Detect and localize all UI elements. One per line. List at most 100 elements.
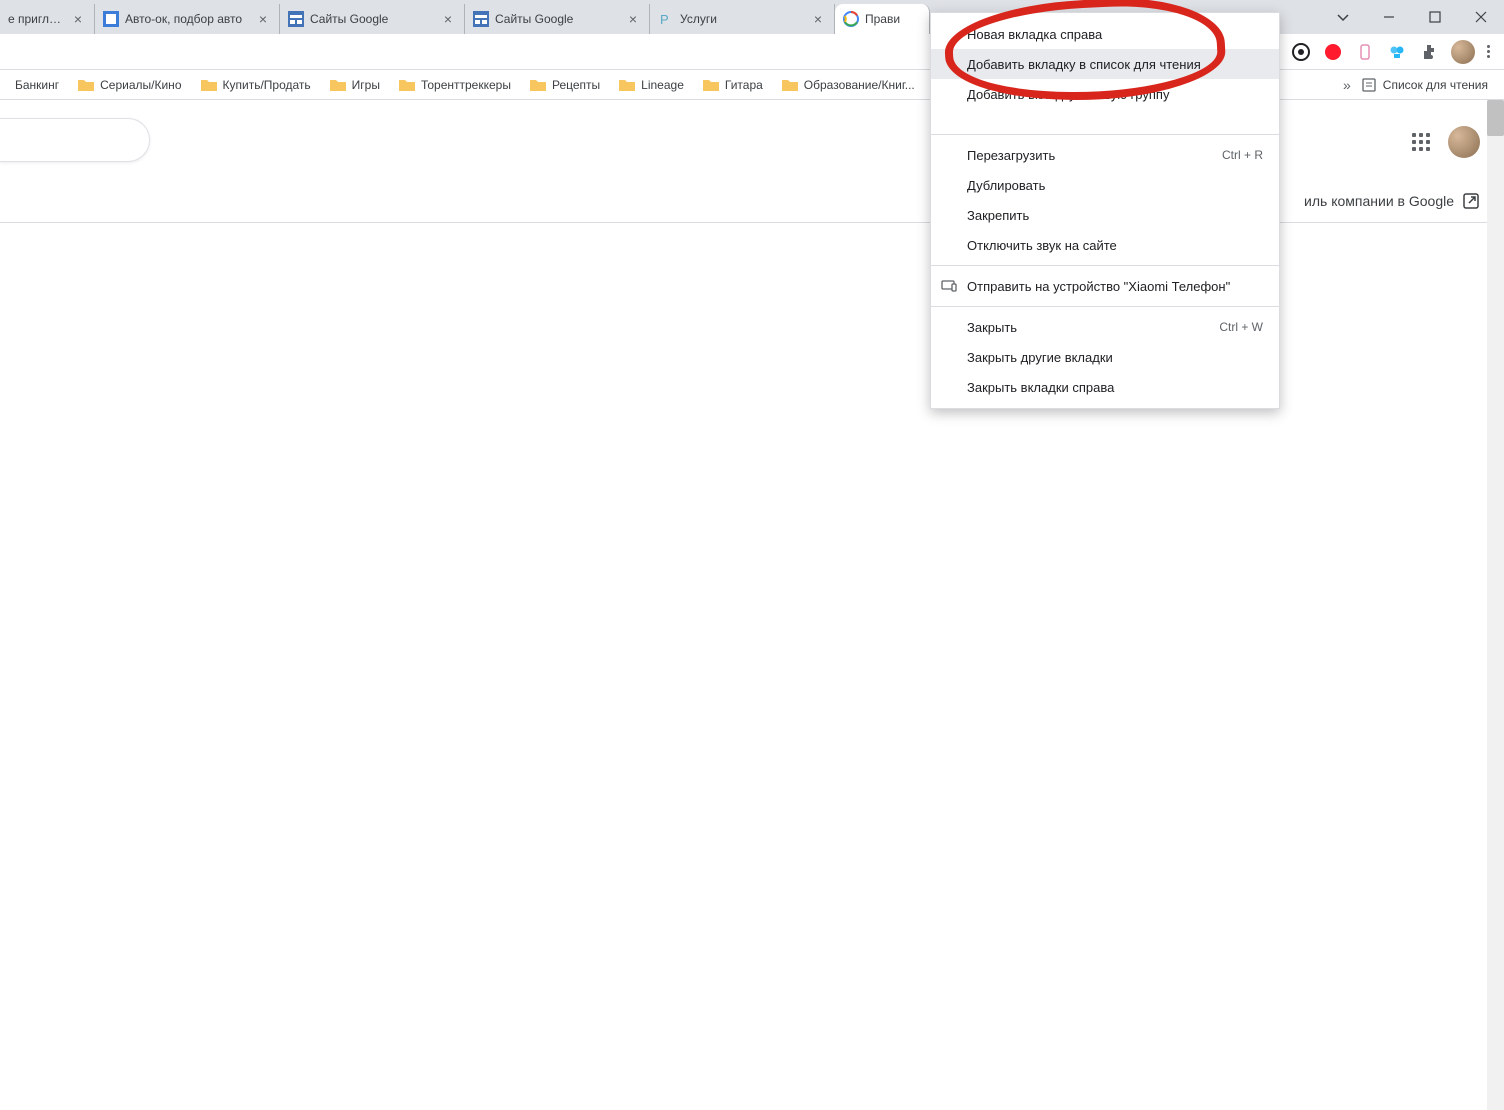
toolbar-right xyxy=(1291,40,1498,64)
menu-item-close-others[interactable]: Закрыть другие вкладки xyxy=(931,342,1279,372)
tab-title: Прави xyxy=(865,12,921,26)
close-icon[interactable]: × xyxy=(625,11,641,27)
menu-item-reload[interactable]: Перезагрузить Ctrl + R xyxy=(931,140,1279,170)
tab-search-button[interactable] xyxy=(1320,2,1366,32)
tab-4[interactable]: P Услуги × xyxy=(650,4,835,34)
menu-item-label: Закрепить xyxy=(967,208,1029,223)
bookmark-folder[interactable]: Банкинг xyxy=(6,70,68,99)
window-controls xyxy=(1320,0,1504,34)
bookmark-label: Lineage xyxy=(641,78,684,92)
bookmark-folder[interactable]: Игры xyxy=(320,70,389,99)
folder-icon xyxy=(329,78,347,92)
menu-item-partial[interactable] xyxy=(931,109,1279,129)
menu-item-label: Закрыть вкладки справа xyxy=(967,380,1114,395)
reading-list-button[interactable]: Список для чтения xyxy=(1361,77,1488,93)
menu-item-mute[interactable]: Отключить звук на сайте xyxy=(931,230,1279,260)
company-profile-label: иль компании в Google xyxy=(1304,193,1454,209)
menu-separator xyxy=(931,134,1279,135)
bookmark-folder[interactable]: Рецепты xyxy=(520,70,609,99)
bookmark-label: Игры xyxy=(352,78,380,92)
folder-icon xyxy=(618,78,636,92)
folder-icon xyxy=(702,78,720,92)
folder-icon xyxy=(781,78,799,92)
close-window-button[interactable] xyxy=(1458,2,1504,32)
extension-icon[interactable] xyxy=(1355,42,1375,62)
menu-item-add-to-reading-list[interactable]: Добавить вкладку в список для чтения xyxy=(931,49,1279,79)
bookmark-folder[interactable]: Гитара xyxy=(693,70,772,99)
menu-item-send-to-device[interactable]: Отправить на устройство "Xiaomi Телефон" xyxy=(931,271,1279,301)
maximize-button[interactable] xyxy=(1412,2,1458,32)
bookmark-folder[interactable]: Торенттреккеры xyxy=(389,70,520,99)
google-sites-icon xyxy=(288,11,304,27)
menu-item-label: Отключить звук на сайте xyxy=(967,238,1117,253)
close-icon[interactable]: × xyxy=(440,11,456,27)
bookmark-folder[interactable]: Lineage xyxy=(609,70,693,99)
tab-1[interactable]: Авто-ок, подбор авто × xyxy=(95,4,280,34)
tab-title: Сайты Google xyxy=(310,12,434,26)
bookmark-folder[interactable]: Образование/Книг... xyxy=(772,70,924,99)
menu-shortcut: Ctrl + R xyxy=(1222,148,1263,162)
account-avatar[interactable] xyxy=(1448,126,1480,158)
google-icon xyxy=(843,11,859,27)
menu-item-add-to-group[interactable]: Добавить вкладку в новую группу xyxy=(931,79,1279,109)
folder-icon xyxy=(77,78,95,92)
menu-separator xyxy=(931,306,1279,307)
menu-item-close-right[interactable]: Закрыть вкладки справа xyxy=(931,372,1279,402)
menu-item-label: Добавить вкладку в новую группу xyxy=(967,87,1169,102)
menu-item-label: Добавить вкладку в список для чтения xyxy=(967,57,1201,72)
google-apps-icon[interactable] xyxy=(1412,133,1430,151)
menu-item-duplicate[interactable]: Дублировать xyxy=(931,170,1279,200)
reading-list-icon xyxy=(1361,77,1377,93)
tab-title: Услуги xyxy=(680,12,804,26)
tab-3[interactable]: Сайты Google × xyxy=(465,4,650,34)
chrome-menu-icon[interactable] xyxy=(1487,45,1490,58)
menu-item-new-tab-right[interactable]: Новая вкладка справа xyxy=(931,19,1279,49)
menu-item-label: Закрыть xyxy=(967,320,1017,335)
page-header-actions xyxy=(1412,126,1480,158)
close-icon[interactable]: × xyxy=(255,11,271,27)
extension-icon[interactable] xyxy=(1291,42,1311,62)
profile-avatar[interactable] xyxy=(1451,40,1475,64)
external-link-icon xyxy=(1462,192,1480,210)
bookmarks-overflow[interactable]: » xyxy=(1343,77,1351,93)
tab-5-active[interactable]: Прави xyxy=(835,4,930,34)
bookmark-label: Банкинг xyxy=(15,78,59,92)
reading-list-label: Список для чтения xyxy=(1383,78,1488,92)
folder-icon xyxy=(398,78,416,92)
tab-title: е приглаше xyxy=(8,12,64,26)
company-profile-link[interactable]: иль компании в Google xyxy=(1304,192,1480,210)
tab-title: Сайты Google xyxy=(495,12,619,26)
menu-separator xyxy=(931,265,1279,266)
menu-item-pin[interactable]: Закрепить xyxy=(931,200,1279,230)
bookmark-label: Сериалы/Кино xyxy=(100,78,181,92)
folder-icon xyxy=(200,78,218,92)
menu-shortcut: Ctrl + W xyxy=(1219,320,1263,334)
menu-item-close-tab[interactable]: Закрыть Ctrl + W xyxy=(931,312,1279,342)
menu-item-label: Дублировать xyxy=(967,178,1045,193)
bookmark-folder[interactable]: Сериалы/Кино xyxy=(68,70,190,99)
close-icon[interactable]: × xyxy=(70,11,86,27)
device-icon xyxy=(941,278,957,294)
bookmark-label: Купить/Продать xyxy=(223,78,311,92)
menu-item-label: Перезагрузить xyxy=(967,148,1055,163)
tab-context-menu: Новая вкладка справа Добавить вкладку в … xyxy=(930,12,1280,409)
tab-0[interactable]: е приглаше × xyxy=(0,4,95,34)
bookmark-label: Рецепты xyxy=(552,78,600,92)
svg-text:P: P xyxy=(660,12,669,27)
site-icon: P xyxy=(658,11,674,27)
close-icon[interactable]: × xyxy=(810,11,826,27)
bookmarks-right: » Список для чтения xyxy=(1343,77,1498,93)
minimize-button[interactable] xyxy=(1366,2,1412,32)
extension-icon[interactable] xyxy=(1387,42,1407,62)
tab-2[interactable]: Сайты Google × xyxy=(280,4,465,34)
tab-title: Авто-ок, подбор авто xyxy=(125,12,249,26)
folder-icon xyxy=(529,78,547,92)
site-icon xyxy=(103,11,119,27)
extensions-menu-icon[interactable] xyxy=(1419,42,1439,62)
bookmark-folder[interactable]: Купить/Продать xyxy=(191,70,320,99)
vertical-scrollbar[interactable] xyxy=(1487,100,1504,1110)
search-box-fragment[interactable] xyxy=(0,118,150,162)
menu-item-label: Отправить на устройство "Xiaomi Телефон" xyxy=(967,279,1230,294)
extension-icon[interactable] xyxy=(1323,42,1343,62)
google-sites-icon xyxy=(473,11,489,27)
